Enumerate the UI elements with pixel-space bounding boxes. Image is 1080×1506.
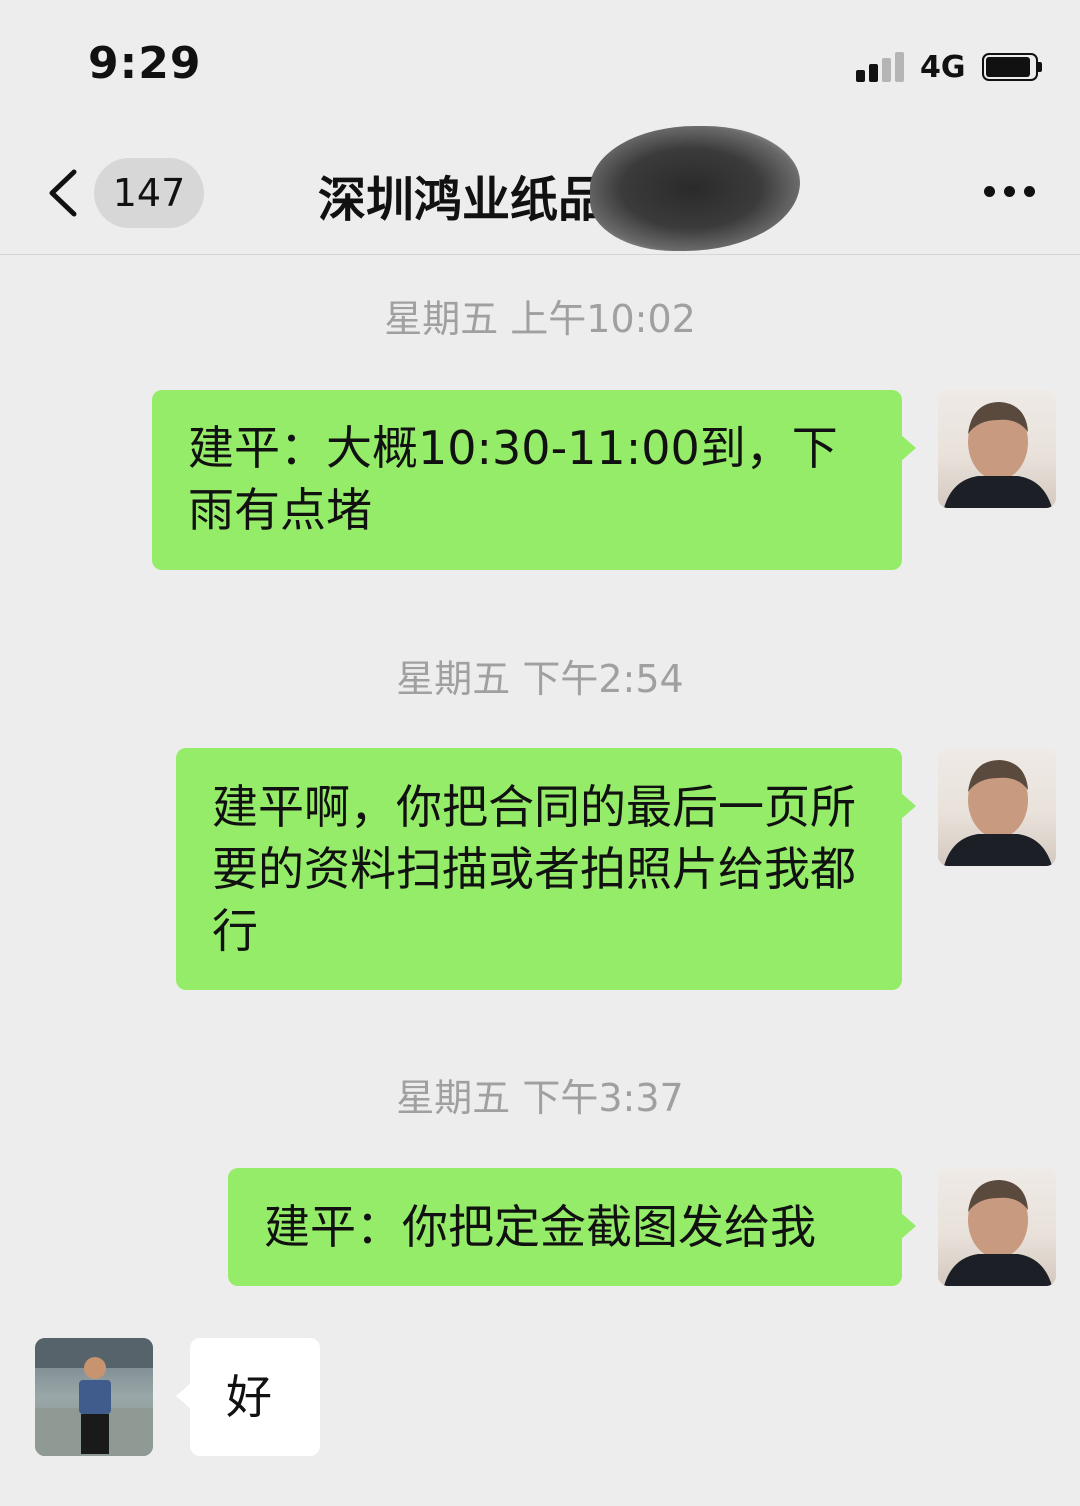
incoming-message-bubble[interactable]: 好 [176,1338,320,1456]
status-bar: 9:29 4G [0,0,1080,120]
message-text: 建平啊，你把合同的最后一页所要的资料扫描或者拍照片给我都行 [212,780,856,958]
contact-avatar[interactable] [35,1338,153,1456]
person-portrait-icon [944,1180,1052,1286]
back-button[interactable] [40,158,90,228]
bubble-tail [176,1382,192,1410]
chat-title: 深圳鸿业纸品 [318,172,607,228]
more-dots-icon [984,186,995,197]
my-avatar[interactable] [938,1168,1056,1286]
message-text: 建平：大概10:30-11:00到，下雨有点堵 [188,421,838,537]
redaction-scribble [590,126,800,251]
outgoing-message-bubble[interactable]: 建平：你把定金截图发给我 [228,1168,916,1286]
message-timestamp: 星期五 下午3:37 [396,1076,684,1120]
bubble-tail [900,434,916,462]
network-type: 4G [920,50,966,85]
message-text: 好 [226,1370,272,1424]
battery-icon [982,53,1042,83]
more-button[interactable] [980,180,1040,204]
outgoing-message-bubble[interactable]: 建平啊，你把合同的最后一页所要的资料扫描或者拍照片给我都行 [176,748,916,990]
unread-count-badge[interactable]: 147 [94,158,204,228]
chat-header: 147 深圳鸿业纸品 [0,120,1080,255]
my-avatar[interactable] [938,748,1056,866]
message-timestamp: 星期五 上午10:02 [384,297,696,341]
person-standing-icon [35,1338,153,1456]
cellular-signal-icon [856,52,908,82]
bubble-tail [900,1212,916,1240]
chevron-left-icon [49,169,77,217]
status-time: 9:29 [88,38,202,89]
person-portrait-icon [944,402,1052,508]
message-timestamp: 星期五 下午2:54 [396,657,684,701]
my-avatar[interactable] [938,390,1056,508]
message-text: 建平：你把定金截图发给我 [264,1200,816,1254]
bubble-tail [900,792,916,820]
outgoing-message-bubble[interactable]: 建平：大概10:30-11:00到，下雨有点堵 [152,390,916,570]
person-portrait-icon [944,760,1052,866]
